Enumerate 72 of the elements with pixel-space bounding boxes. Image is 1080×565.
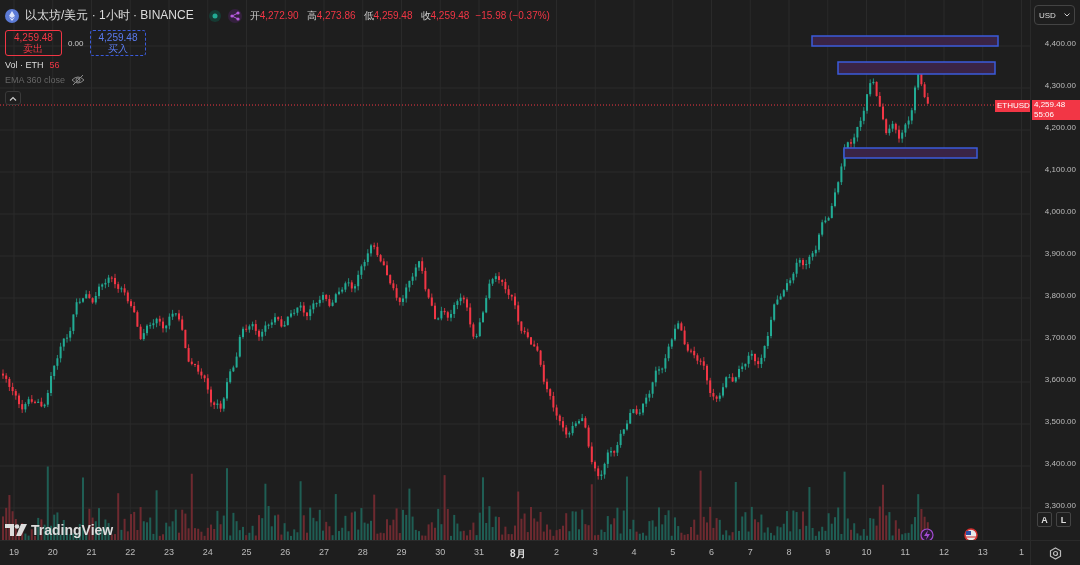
scale-button[interactable]: L [1056,512,1071,527]
price-label: 4,100.00 [1044,165,1076,174]
time-label: 12 [938,547,950,557]
collapse-button[interactable] [5,91,21,105]
price-label: 3,900.00 [1044,249,1076,258]
price-label: 3,500.00 [1044,417,1076,426]
share-icon[interactable] [227,8,242,23]
buy-button[interactable]: 4,259.48 买入 [89,30,147,56]
time-label: 23 [163,547,175,557]
price-label: 4,300.00 [1044,81,1076,90]
time-label: 22 [124,547,137,557]
time-label: 5 [669,547,677,557]
ohlc-label: 收 [420,8,431,23]
ohlc-value: 4,273.86 [316,10,356,21]
time-label: 31 [473,547,485,557]
time-label: 26 [279,547,292,557]
time-label: 29 [395,547,408,557]
ohlc-value: 4,272.90 [259,10,299,21]
logo-icon [5,524,27,536]
time-label: 11 [899,547,911,557]
time-label: 30 [434,547,447,557]
indicator-name[interactable]: Vol · ETH [5,60,44,70]
symbol-title[interactable]: 以太坊/美元 · 1小时 · BINANCE [25,7,194,24]
ethereum-icon [5,8,19,23]
price-label: 4,200.00 [1044,123,1076,132]
indicator-value: 56 [49,60,60,70]
time-label: 8月 [508,547,527,561]
eye-off-icon[interactable] [71,74,86,86]
price-label: 3,800.00 [1044,291,1076,300]
time-label: 28 [356,547,369,557]
ohlc-label: 高 [306,8,317,23]
price-label: 3,600.00 [1044,375,1076,384]
sell-button[interactable]: 4,259.48 卖出 [5,30,62,56]
ohlc-label: 开 [249,8,260,23]
time-label: 8 [785,547,793,557]
time-label: 24 [201,547,214,557]
scale-button[interactable]: A [1037,512,1052,527]
ohlc-label: 低 [363,8,374,23]
time-label: 3 [591,547,599,557]
price-label: 4,400.00 [1044,39,1076,48]
price-label: 4,000.00 [1044,207,1076,216]
change-value: −15.98 (−0.37%) [475,10,550,21]
flag-icon[interactable] [964,528,978,540]
time-label: 25 [240,547,253,557]
time-label: 4 [630,547,638,557]
chevron-up-icon [9,95,17,101]
ohlc-value: 4,259.48 [430,10,470,21]
time-label: 10 [860,547,873,557]
time-label: 21 [85,547,98,557]
ohlc-value: 4,259.48 [373,10,413,21]
time-label: 9 [824,547,832,557]
time-label: 27 [318,547,330,557]
time-label: 1 [1018,547,1025,557]
price-label: 3,400.00 [1044,459,1076,468]
spread-value: 0.00 [67,38,84,48]
caret-icon [1064,13,1070,17]
price-label: 3,300.00 [1044,501,1076,510]
time-label: 13 [976,547,989,557]
time-label: 6 [708,547,715,557]
logo-text: TradingView [31,522,114,538]
last-price: 4,259.48 [1034,100,1067,110]
status-dot-icon [207,8,222,23]
time-label: 20 [46,547,59,557]
currency-dropdown[interactable]: USD [1034,5,1075,25]
settings-icon[interactable] [1049,546,1062,560]
time-label: 19 [8,547,20,557]
countdown-timer: 55:06 [1034,110,1056,120]
time-label: 2 [553,547,560,557]
lightning-icon[interactable] [920,528,934,540]
price-label: 3,700.00 [1044,333,1076,342]
time-label: 7 [746,547,754,557]
symbol-tag: ETHUSD [995,100,1030,112]
